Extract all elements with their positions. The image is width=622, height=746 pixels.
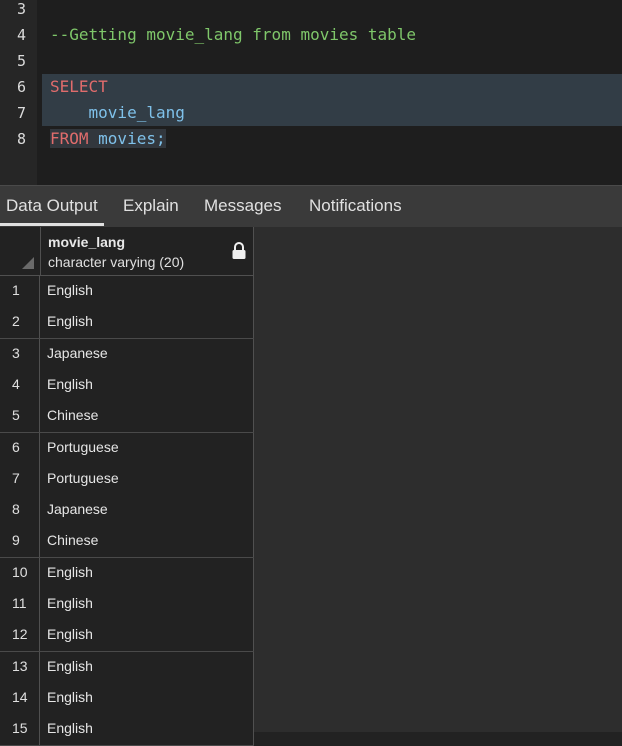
cell-border <box>253 495 254 527</box>
cell-movie-lang[interactable]: English <box>47 558 93 589</box>
cell-border <box>253 463 254 495</box>
sql-keyword-select: SELECT <box>50 77 108 96</box>
data-output-grid: movie_lang character varying (20) 1 Engli… <box>0 227 622 746</box>
line-code: movie_lang <box>42 100 622 126</box>
editor-line[interactable]: 3 <box>0 0 622 22</box>
cell-movie-lang[interactable]: English <box>47 276 93 307</box>
cell-border <box>253 369 254 401</box>
table-row[interactable]: 6 Portuguese <box>0 432 254 465</box>
cell-movie-lang[interactable]: Japanese <box>47 495 108 526</box>
tab-explain[interactable]: Explain <box>117 186 185 226</box>
sql-identifier: movie_lang <box>50 103 185 122</box>
cell-border <box>253 589 254 620</box>
table-row[interactable]: 8 Japanese <box>0 495 254 528</box>
line-number: 4 <box>16 26 26 44</box>
cell-border <box>253 651 254 683</box>
column-type: character varying (20) <box>48 254 185 270</box>
table-row[interactable]: 1 English <box>0 276 254 308</box>
row-number[interactable]: 8 <box>0 495 40 527</box>
column-name: movie_lang <box>48 234 126 250</box>
cell-movie-lang[interactable]: Chinese <box>47 401 98 432</box>
line-code: SELECT <box>42 74 622 100</box>
cell-movie-lang[interactable]: Portuguese <box>47 433 119 464</box>
table-row[interactable]: 5 Chinese <box>0 401 254 434</box>
cell-movie-lang[interactable]: English <box>47 714 93 745</box>
row-number[interactable]: 6 <box>0 432 40 464</box>
sql-keyword-from: FROM <box>50 129 89 148</box>
cell-movie-lang[interactable]: English <box>47 370 93 401</box>
cell-border <box>253 682 254 714</box>
cell-border <box>253 557 254 589</box>
editor-line[interactable]: 7 movie_lang <box>0 100 622 126</box>
cell-movie-lang[interactable]: Japanese <box>47 339 108 370</box>
table-row[interactable]: 2 English <box>0 307 254 340</box>
lock-icon <box>232 242 246 259</box>
table-row[interactable]: 9 Chinese <box>0 526 254 559</box>
row-number[interactable]: 3 <box>0 338 40 370</box>
table-row[interactable]: 14 English <box>0 682 254 715</box>
row-number[interactable]: 11 <box>0 589 40 620</box>
tab-notifications[interactable]: Notifications <box>303 186 408 226</box>
row-number[interactable]: 7 <box>0 463 40 495</box>
tab-messages[interactable]: Messages <box>198 186 287 226</box>
line-code: FROM movies; <box>42 126 622 152</box>
line-number: 6 <box>16 78 26 96</box>
row-number[interactable]: 10 <box>0 557 40 589</box>
sql-identifier: movies; <box>88 129 166 148</box>
cell-border <box>253 714 254 746</box>
cell-border <box>253 401 254 433</box>
row-number[interactable]: 14 <box>0 682 40 714</box>
table-row[interactable]: 10 English <box>0 557 254 590</box>
editor-line[interactable]: 4 --Getting movie_lang from movies table <box>0 22 622 48</box>
editor-line[interactable]: 8 FROM movies; <box>0 126 622 152</box>
line-number: 5 <box>16 52 26 70</box>
column-header-movie-lang[interactable]: movie_lang character varying (20) <box>41 227 254 275</box>
line-number: 3 <box>16 0 26 18</box>
row-number[interactable]: 1 <box>0 276 40 307</box>
row-number[interactable]: 5 <box>0 401 40 433</box>
table-row[interactable]: 3 Japanese <box>0 338 254 371</box>
table-row[interactable]: 4 English <box>0 369 254 402</box>
cell-movie-lang[interactable]: English <box>47 683 93 714</box>
cell-border <box>253 338 254 370</box>
tab-data-output[interactable]: Data Output <box>0 186 104 226</box>
row-number[interactable]: 13 <box>0 651 40 683</box>
table-row[interactable]: 11 English <box>0 589 254 621</box>
cell-movie-lang[interactable]: English <box>47 652 93 683</box>
sql-comment: --Getting movie_lang from movies table <box>50 25 417 44</box>
cell-border <box>253 276 254 307</box>
cell-movie-lang[interactable]: English <box>47 589 93 620</box>
cell-movie-lang[interactable]: English <box>47 307 93 338</box>
cell-border <box>253 432 254 464</box>
table-row[interactable]: 15 English <box>0 714 254 746</box>
cell-movie-lang[interactable]: Chinese <box>47 526 98 557</box>
table-row[interactable]: 13 English <box>0 651 254 684</box>
table-row[interactable]: 12 English <box>0 620 254 653</box>
row-number[interactable]: 15 <box>0 714 40 746</box>
editor-line[interactable]: 6 SELECT <box>0 74 622 100</box>
cell-movie-lang[interactable]: English <box>47 620 93 651</box>
row-number[interactable]: 12 <box>0 620 40 652</box>
grid-header: movie_lang character varying (20) <box>0 227 254 276</box>
line-number: 7 <box>16 104 26 122</box>
select-all-corner[interactable] <box>0 227 41 275</box>
table-row[interactable]: 7 Portuguese <box>0 463 254 496</box>
cell-border <box>253 307 254 339</box>
cell-border <box>253 620 254 652</box>
output-tabs: Data Output Explain Messages Notificatio… <box>0 185 622 228</box>
row-number[interactable]: 4 <box>0 369 40 401</box>
cell-movie-lang[interactable]: Portuguese <box>47 464 119 495</box>
editor-line[interactable]: 5 <box>0 48 622 74</box>
row-number[interactable]: 2 <box>0 307 40 339</box>
row-number[interactable]: 9 <box>0 526 40 558</box>
cell-border <box>253 526 254 558</box>
sql-editor[interactable]: 3 4 --Getting movie_lang from movies tab… <box>0 0 622 185</box>
line-number: 8 <box>16 130 26 148</box>
